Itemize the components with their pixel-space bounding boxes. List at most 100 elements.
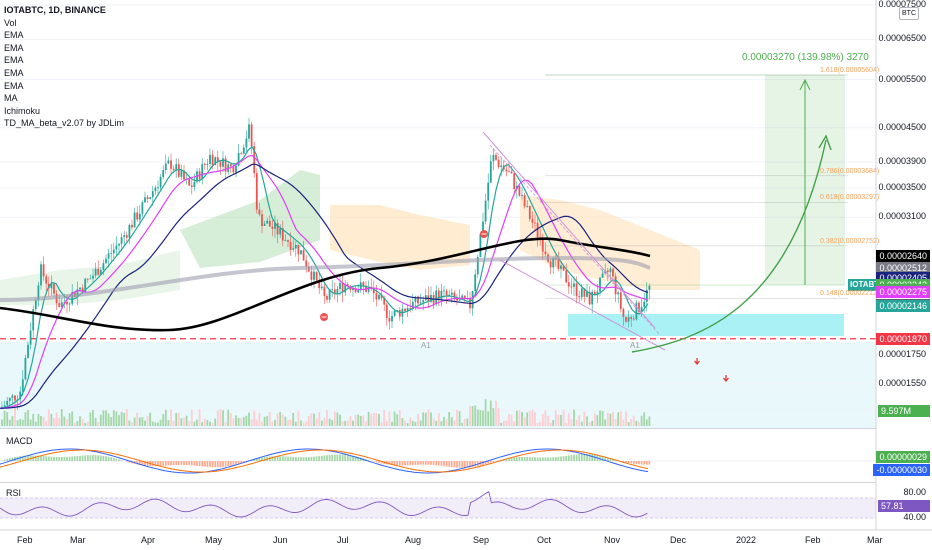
- candle: [201, 164, 204, 180]
- volume-bar: [180, 418, 183, 426]
- legend-indicator[interactable]: EMA: [4, 80, 124, 93]
- macd-histogram: [86, 455, 89, 461]
- legend-indicator[interactable]: EMA: [4, 54, 124, 67]
- macd-histogram: [79, 455, 81, 461]
- volume-bar: [380, 422, 383, 426]
- volume-bar: [445, 418, 448, 426]
- volume-bar: [622, 419, 625, 426]
- volume-bar: [237, 418, 240, 426]
- volume-bar: [263, 416, 266, 426]
- candle: [146, 197, 149, 200]
- volume-bar: [614, 419, 617, 426]
- legend-indicator[interactable]: EMA: [4, 29, 124, 42]
- macd-histogram: [336, 454, 339, 461]
- macd-histogram: [40, 455, 42, 461]
- legend-indicator[interactable]: Vol: [4, 17, 124, 30]
- legend-symbol[interactable]: IOTABTC, 1D, BINANCE: [4, 4, 124, 17]
- volume-bar: [534, 412, 536, 426]
- volume-bar: [354, 414, 357, 426]
- candle: [534, 222, 536, 224]
- candle: [580, 288, 583, 298]
- candle: [131, 224, 133, 228]
- volume-bar: [539, 421, 542, 426]
- chart-canvas[interactable]: [0, 0, 932, 550]
- pane-separator[interactable]: [0, 428, 876, 429]
- macd-histogram: [63, 456, 66, 461]
- macd-histogram: [55, 456, 58, 461]
- volume-bar: [341, 421, 344, 426]
- volume-bar: [177, 413, 180, 426]
- macd-label[interactable]: MACD: [6, 436, 33, 446]
- volume-bar: [554, 410, 557, 426]
- volume-bar: [29, 419, 32, 426]
- legend-indicator[interactable]: Ichimoku: [4, 105, 124, 118]
- candle: [643, 301, 646, 307]
- candle: [484, 200, 487, 222]
- volume-bar: [141, 417, 144, 426]
- volume-bar: [40, 416, 42, 426]
- candle: [209, 154, 211, 164]
- macd-histogram: [518, 457, 521, 461]
- volume-bar: [294, 421, 297, 426]
- candle: [375, 293, 378, 300]
- candle: [271, 226, 274, 229]
- volume-bar: [14, 409, 16, 426]
- macd-histogram: [575, 454, 578, 461]
- macd-histogram: [27, 455, 29, 461]
- time-tick: Dec: [670, 535, 687, 545]
- macd-histogram: [430, 461, 432, 465]
- macd-histogram: [310, 456, 313, 461]
- volume-bar: [638, 422, 640, 426]
- volume-bar: [526, 412, 529, 426]
- volume-bar: [583, 411, 586, 426]
- volume-tag: 9.597M: [878, 405, 930, 417]
- volume-bar: [549, 422, 552, 426]
- candle: [523, 194, 526, 207]
- macd-histogram: [81, 455, 84, 461]
- volume-bar: [414, 422, 417, 426]
- candle: [120, 237, 123, 244]
- candle: [268, 220, 271, 227]
- candle: [625, 316, 627, 322]
- rsi-label[interactable]: RSI: [6, 488, 21, 498]
- macd-histogram: [292, 456, 295, 461]
- volume-bar: [419, 420, 422, 426]
- macd-histogram: [318, 456, 321, 461]
- volume-bar: [580, 421, 583, 426]
- volume-bar: [510, 414, 513, 426]
- volume-bar: [406, 422, 409, 426]
- macd-histogram: [99, 455, 102, 461]
- macd-histogram: [307, 457, 310, 461]
- volume-bar: [482, 410, 484, 426]
- macd-histogram: [398, 461, 401, 466]
- volume-bar: [383, 410, 386, 426]
- macd-histogram: [417, 461, 419, 465]
- macd-histogram: [463, 461, 466, 468]
- candle: [362, 282, 365, 286]
- candle: [123, 235, 126, 238]
- volume-bar: [170, 409, 172, 426]
- pane-separator[interactable]: [0, 482, 876, 483]
- volume-bar: [344, 420, 347, 426]
- price-tick: 0.00003900: [878, 156, 926, 167]
- legend-indicator[interactable]: MA: [4, 92, 124, 105]
- candle: [79, 287, 81, 290]
- volume-bar: [528, 410, 531, 426]
- volume-bar: [307, 416, 310, 426]
- legend-indicator[interactable]: TD_MA_beta_v2.07 by JDLim: [4, 117, 124, 130]
- volume-bar: [255, 419, 258, 426]
- candle: [315, 271, 318, 281]
- macd-histogram: [474, 461, 477, 467]
- volume-bar: [315, 418, 318, 426]
- volume-bar: [258, 412, 261, 426]
- volume-bar: [302, 422, 305, 426]
- legend-indicator[interactable]: EMA: [4, 67, 124, 80]
- macd-histogram: [92, 455, 94, 461]
- candle: [302, 250, 305, 261]
- macd-histogram: [406, 461, 409, 466]
- legend-indicator[interactable]: EMA: [4, 42, 124, 55]
- volume-bar: [469, 406, 471, 426]
- macd-histogram: [323, 455, 326, 461]
- volume-bar: [474, 405, 477, 426]
- macd-histogram: [219, 461, 222, 468]
